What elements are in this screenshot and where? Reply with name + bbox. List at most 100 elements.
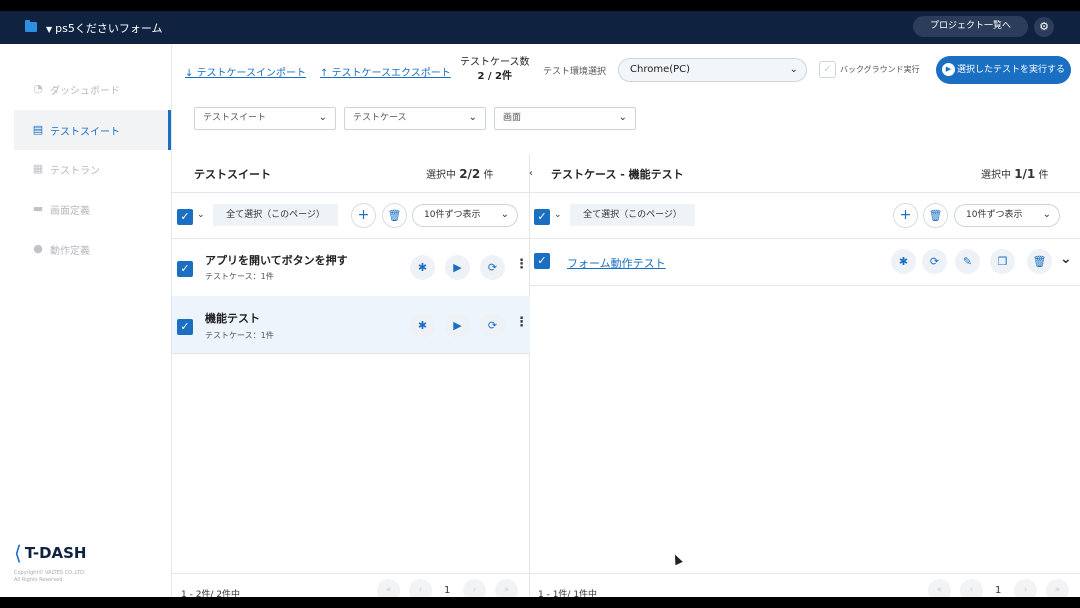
trash-icon[interactable]: 🗑 — [1027, 249, 1052, 274]
chevron-down-icon: ⌄ — [1042, 209, 1051, 220]
suite-panel: テストスイート 選択中 2/2 件 ‹ ✓ ⌄ 全て選択（このページ） + 🗑 … — [172, 154, 533, 597]
logo-icon: ⟨ — [14, 541, 22, 565]
chevron-down-icon[interactable]: ⌄ — [197, 210, 205, 220]
project-list-button[interactable]: プロジェクト一覧へ — [913, 16, 1028, 37]
selected-label: 選択中 — [426, 170, 456, 181]
per-page-value: 10件ずつ表示 — [966, 210, 1023, 220]
select-all-button[interactable]: 全て選択（このページ） — [213, 204, 338, 226]
import-link[interactable]: ↓ テストケースインポート — [185, 64, 306, 79]
add-icon[interactable]: + — [351, 203, 376, 228]
next-page-icon[interactable]: › — [463, 579, 486, 597]
background-checkbox[interactable]: ✓ — [819, 61, 836, 78]
play-icon[interactable]: ▶ — [445, 313, 470, 338]
more-icon[interactable]: ⋮ — [515, 257, 528, 272]
first-page-icon[interactable]: « — [377, 579, 400, 597]
case-filter-placeholder: テストケース — [353, 113, 407, 123]
case-footer-count: 1 - 1件/ 1件中 — [538, 590, 598, 597]
selected-unit: 件 — [1038, 170, 1049, 181]
chevron-down-icon: ⌄ — [789, 64, 798, 75]
export-link[interactable]: ↑ テストケースエクスポート — [320, 64, 451, 79]
divider — [530, 238, 1080, 239]
run-icon: ▦ — [32, 162, 44, 175]
sidebar-item-label: テストラン — [50, 165, 100, 177]
case-link[interactable]: フォーム動作テスト — [567, 255, 666, 271]
project-name: ps5くださいフォーム — [55, 22, 163, 35]
row-checkbox[interactable]: ✓ — [534, 253, 550, 269]
last-page-icon[interactable]: » — [495, 579, 518, 597]
trash-icon[interactable]: 🗑 — [382, 203, 407, 228]
divider — [530, 192, 1080, 193]
gear-icon[interactable]: ⚙ — [1034, 17, 1054, 37]
app-window: ▼ ps5くださいフォーム プロジェクト一覧へ ⚙ ◔ ダッシュボード ▤ テスト… — [0, 11, 1080, 597]
sidebar-item-label: 画面定義 — [50, 205, 90, 217]
play-icon[interactable]: ▶ — [445, 255, 470, 280]
sidebar-item-test-run[interactable]: ▦ テストラン — [14, 149, 171, 189]
import-link-label: テストケースインポート — [196, 68, 307, 79]
env-value: Chrome(PC) — [630, 64, 691, 75]
copyright-line: All Rights Reserved. — [14, 577, 65, 583]
divider — [172, 192, 530, 193]
select-all-button[interactable]: 全て選択（このページ） — [570, 204, 695, 226]
edit-icon[interactable]: ✎ — [955, 249, 980, 274]
prev-page-icon[interactable]: ‹ — [409, 579, 432, 597]
row-checkbox[interactable]: ✓ — [177, 261, 193, 277]
bug-icon[interactable]: ✱ — [410, 255, 435, 280]
divider — [530, 573, 1080, 574]
per-page-select[interactable]: 10件ずつ表示 ⌄ — [412, 204, 518, 227]
selected-unit: 件 — [483, 170, 494, 181]
case-filter[interactable]: テストケース ⌄ — [344, 107, 486, 130]
copyright: Copyright© VALTES CO.,LTD. All Rights Re… — [14, 570, 86, 584]
selected-label: 選択中 — [981, 170, 1011, 181]
divider — [172, 353, 530, 354]
refresh-icon[interactable]: ⟳ — [922, 249, 947, 274]
per-page-select[interactable]: 10件ずつ表示 ⌄ — [954, 204, 1060, 227]
first-page-icon[interactable]: « — [928, 579, 951, 597]
sidebar-item-dashboard[interactable]: ◔ ダッシュボード — [14, 69, 171, 109]
last-page-icon[interactable]: » — [1046, 579, 1069, 597]
next-page-icon[interactable]: › — [1014, 579, 1037, 597]
chevron-down-icon: ⌄ — [618, 112, 627, 123]
chevron-down-icon[interactable]: ⌄ — [554, 210, 562, 220]
list-item[interactable]: ✓ アプリを開いてボタンを押す テストケース：1件 ✱ ▶ ⟳ ⋮ — [172, 239, 530, 296]
more-icon[interactable]: ⋮ — [515, 315, 528, 330]
bug-icon[interactable]: ✱ — [410, 313, 435, 338]
sidebar-item-screen-definition[interactable]: ▬ 画面定義 — [14, 189, 171, 229]
sidebar-item-test-suite[interactable]: ▤ テストスイート — [14, 110, 171, 150]
select-all-checkbox[interactable]: ✓ — [177, 209, 193, 225]
case-count-value: 2 / 2件 — [477, 71, 513, 82]
suite-filter-placeholder: テストスイート — [203, 113, 267, 123]
sidebar-item-label: ダッシュボード — [50, 85, 120, 97]
list-item[interactable]: ✓ 機能テスト テストケース：1件 ✱ ▶ ⟳ ⋮ — [172, 296, 530, 353]
refresh-icon[interactable]: ⟳ — [480, 255, 505, 280]
env-select[interactable]: Chrome(PC) ⌄ — [618, 58, 807, 82]
copy-icon[interactable]: ❐ — [990, 249, 1015, 274]
row-checkbox[interactable]: ✓ — [177, 319, 193, 335]
expand-icon[interactable]: ⌄ — [1060, 251, 1072, 267]
project-selector[interactable]: ▼ ps5くださいフォーム — [46, 20, 163, 36]
bug-icon[interactable]: ✱ — [891, 249, 916, 274]
suite-footer-count: 1 - 2件/ 2件中 — [181, 590, 241, 597]
select-all-checkbox[interactable]: ✓ — [534, 209, 550, 225]
suite-title[interactable]: アプリを開いてボタンを押す — [205, 252, 348, 268]
copyright-line: Copyright© VALTES CO.,LTD. — [14, 570, 86, 576]
chevron-down-icon: ⌄ — [500, 209, 509, 220]
suite-selected-count: 選択中 2/2 件 — [426, 166, 493, 181]
main-content: ↓ テストケースインポート ↑ テストケースエクスポート テストケース数 2 /… — [171, 44, 1080, 597]
add-icon[interactable]: + — [893, 203, 918, 228]
run-selected-button[interactable]: ▶ 選択したテストを実行する — [936, 56, 1071, 84]
screen-filter[interactable]: 画面 ⌄ — [494, 107, 636, 130]
refresh-icon[interactable]: ⟳ — [480, 313, 505, 338]
caret-down-icon: ▼ — [46, 25, 53, 34]
case-panel-title: テストケース - 機能テスト — [551, 168, 684, 181]
trash-icon[interactable]: 🗑 — [923, 203, 948, 228]
background-label: バックグラウンド実行 — [840, 65, 920, 74]
suite-sub: テストケース：1件 — [205, 272, 274, 281]
suite-filter[interactable]: テストスイート ⌄ — [194, 107, 336, 130]
sidebar-item-label: 動作定義 — [50, 245, 90, 257]
logo-text: T-DASH — [24, 544, 87, 562]
logo: ⟨ T-DASH — [14, 541, 86, 565]
suite-title[interactable]: 機能テスト — [205, 310, 260, 326]
prev-page-icon[interactable]: ‹ — [960, 579, 983, 597]
env-label: テスト環境選択 — [543, 67, 607, 77]
sidebar-item-action-definition[interactable]: ● 動作定義 — [14, 229, 171, 269]
